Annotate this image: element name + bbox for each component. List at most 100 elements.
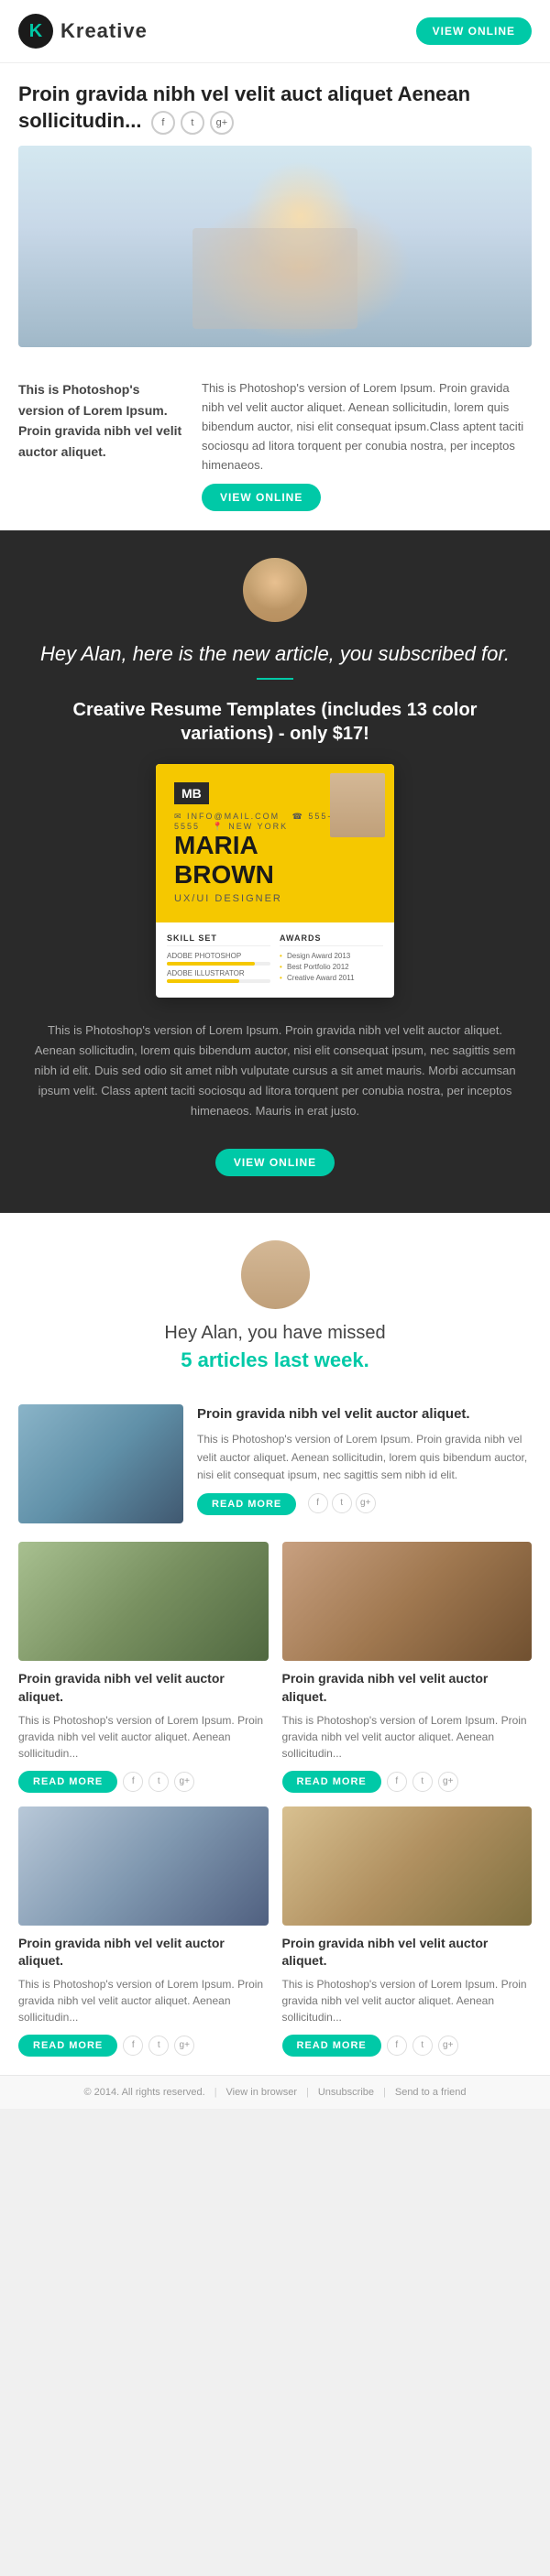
resume-skill-illustrator: ADOBE ILLUSTRATOR — [167, 969, 270, 983]
resume-awards-col: AWARDS Design Award 2013 Best Portfolio … — [280, 933, 383, 987]
featured-view-online-button[interactable]: VIEW ONLINE — [215, 1149, 335, 1176]
hero-social-icons: f t g+ — [151, 111, 234, 135]
article-featured-content: Proin gravida nibh vel velit auctor aliq… — [197, 1404, 532, 1515]
article-featured-social: f t g+ — [308, 1493, 376, 1513]
hero-left-text: This is Photoshop's version of Lorem Ips… — [18, 379, 183, 462]
article-featured-text: This is Photoshop's version of Lorem Ips… — [197, 1431, 532, 1484]
resume-initials: MB — [174, 782, 209, 804]
featured-greeting: Hey Alan, here is the new article, you s… — [28, 640, 522, 669]
missed-greeting: Hey Alan, you have missed — [18, 1323, 532, 1344]
hero-image — [18, 146, 532, 347]
avatar-face — [243, 558, 307, 622]
article-card-2-actions: READ MORE f t g+ — [282, 1771, 533, 1793]
footer-view-browser[interactable]: View in browser — [226, 2087, 297, 2098]
article-card-4: Proin gravida nibh vel velit auctor aliq… — [282, 1806, 533, 2057]
article-card-4-image — [282, 1806, 533, 1926]
hero-title-row: Proin gravida nibh vel velit auct alique… — [18, 82, 532, 135]
featured-body-text: This is Photoshop's version of Lorem Ips… — [28, 1021, 522, 1121]
article-card-3-actions: READ MORE f t g+ — [18, 2035, 269, 2057]
article-featured: Proin gravida nibh vel velit auctor aliq… — [18, 1404, 532, 1523]
article-card-3-fb[interactable]: f — [123, 2036, 143, 2056]
missed-count: 5 articles last week. — [18, 1348, 532, 1372]
email-wrapper: K Kreative VIEW ONLINE Proin gravida nib… — [0, 0, 550, 2109]
article-card-2-text: This is Photoshop's version of Lorem Ips… — [282, 1712, 533, 1762]
article-card-3-image — [18, 1806, 269, 1926]
article-gplus-icon[interactable]: g+ — [356, 1493, 376, 1513]
hero-section: Proin gravida nibh vel velit auct alique… — [0, 63, 550, 370]
hero-image-sim — [18, 146, 532, 347]
facebook-icon[interactable]: f — [151, 111, 175, 135]
article-card-3-read-more[interactable]: READ MORE — [18, 2035, 117, 2057]
footer-copyright: © 2014. All rights reserved. — [83, 2087, 204, 2098]
missed-avatar-face — [241, 1240, 310, 1309]
article-card-4-actions: READ MORE f t g+ — [282, 2035, 533, 2057]
hero-view-online-button[interactable]: VIEW ONLINE — [202, 484, 321, 511]
article-card-4-text: This is Photoshop's version of Lorem Ips… — [282, 1976, 533, 2025]
twitter-icon[interactable]: t — [181, 111, 204, 135]
article-grid: Proin gravida nibh vel velit auctor aliq… — [18, 1542, 532, 2056]
article-featured-read-more[interactable]: READ MORE — [197, 1493, 296, 1515]
article-featured-image — [18, 1404, 183, 1523]
resume-skill-photoshop: ADOBE PHOTOSHOP — [167, 952, 270, 966]
featured-title: Creative Resume Templates (includes 13 c… — [28, 698, 522, 746]
hero-two-col: This is Photoshop's version of Lorem Ips… — [0, 370, 550, 529]
article-card-3-text: This is Photoshop's version of Lorem Ips… — [18, 1976, 269, 2025]
footer-send-friend[interactable]: Send to a friend — [395, 2087, 467, 2098]
article-card-1-gp[interactable]: g+ — [174, 1772, 194, 1792]
resume-skills-col: SKILL SET ADOBE PHOTOSHOP ADOBE ILLUSTRA… — [167, 933, 270, 987]
article-card-4-fb[interactable]: f — [387, 2036, 407, 2056]
article-card-2-fb[interactable]: f — [387, 1772, 407, 1792]
article-card-2-read-more[interactable]: READ MORE — [282, 1771, 381, 1793]
article-card-1-read-more[interactable]: READ MORE — [18, 1771, 117, 1793]
resume-job-title: UX/UI DESIGNER — [174, 893, 376, 904]
article-card-3-title: Proin gravida nibh vel velit auctor aliq… — [18, 1935, 269, 1970]
article-card-4-tw[interactable]: t — [412, 2036, 433, 2056]
article-card-4-read-more[interactable]: READ MORE — [282, 2035, 381, 2057]
featured-avatar — [243, 558, 307, 622]
header: K Kreative VIEW ONLINE — [0, 0, 550, 63]
resume-awards-label: AWARDS — [280, 933, 383, 946]
article-featured-actions: READ MORE f t g+ — [197, 1493, 532, 1515]
articles-section: Proin gravida nibh vel velit auctor aliq… — [0, 1391, 550, 2074]
article-facebook-icon[interactable]: f — [308, 1493, 328, 1513]
article-featured-title: Proin gravida nibh vel velit auctor aliq… — [197, 1404, 532, 1424]
footer-links: © 2014. All rights reserved. | View in b… — [18, 2087, 532, 2098]
featured-section: Hey Alan, here is the new article, you s… — [0, 530, 550, 1213]
article-card-2-title: Proin gravida nibh vel velit auctor aliq… — [282, 1670, 533, 1706]
resume-header: MB ✉ info@mail.com ☎ 555-555-5555 📍 New … — [156, 764, 394, 922]
article-card-1-text: This is Photoshop's version of Lorem Ips… — [18, 1712, 269, 1762]
article-card-2-tw[interactable]: t — [412, 1772, 433, 1792]
header-view-online-button[interactable]: VIEW ONLINE — [416, 17, 532, 45]
hero-title: Proin gravida nibh vel velit auct alique… — [18, 82, 470, 132]
article-card-2-gp[interactable]: g+ — [438, 1772, 458, 1792]
resume-last-name: BROWN — [174, 860, 376, 890]
article-card-1-actions: READ MORE f t g+ — [18, 1771, 269, 1793]
hero-desk — [192, 228, 358, 329]
logo-text: Kreative — [60, 19, 148, 43]
article-card-4-title: Proin gravida nibh vel velit auctor aliq… — [282, 1935, 533, 1970]
featured-divider — [257, 678, 293, 680]
hero-right-col: This is Photoshop's version of Lorem Ips… — [202, 379, 532, 511]
article-card-3-tw[interactable]: t — [148, 2036, 169, 2056]
article-twitter-icon[interactable]: t — [332, 1493, 352, 1513]
missed-section: Hey Alan, you have missed 5 articles las… — [0, 1213, 550, 1391]
googleplus-icon[interactable]: g+ — [210, 111, 234, 135]
article-card-1-title: Proin gravida nibh vel velit auctor aliq… — [18, 1670, 269, 1706]
article-card-3-gp[interactable]: g+ — [174, 2036, 194, 2056]
footer: © 2014. All rights reserved. | View in b… — [0, 2075, 550, 2109]
logo-icon: K — [18, 14, 53, 49]
article-card-1: Proin gravida nibh vel velit auctor aliq… — [18, 1542, 269, 1792]
article-card-2-image — [282, 1542, 533, 1661]
article-card-4-gp[interactable]: g+ — [438, 2036, 458, 2056]
footer-unsubscribe[interactable]: Unsubscribe — [318, 2087, 374, 2098]
hero-right-text: This is Photoshop's version of Lorem Ips… — [202, 379, 532, 475]
article-card-1-image — [18, 1542, 269, 1661]
resume-body: SKILL SET ADOBE PHOTOSHOP ADOBE ILLUSTRA… — [156, 922, 394, 998]
missed-count-highlight: 5 articles last week. — [181, 1348, 368, 1371]
article-1-image-sim — [18, 1404, 183, 1523]
article-card-3: Proin gravida nibh vel velit auctor aliq… — [18, 1806, 269, 2057]
article-card-1-fb[interactable]: f — [123, 1772, 143, 1792]
resume-photo — [330, 773, 385, 837]
article-card-1-tw[interactable]: t — [148, 1772, 169, 1792]
resume-skill-set-label: SKILL SET — [167, 933, 270, 946]
